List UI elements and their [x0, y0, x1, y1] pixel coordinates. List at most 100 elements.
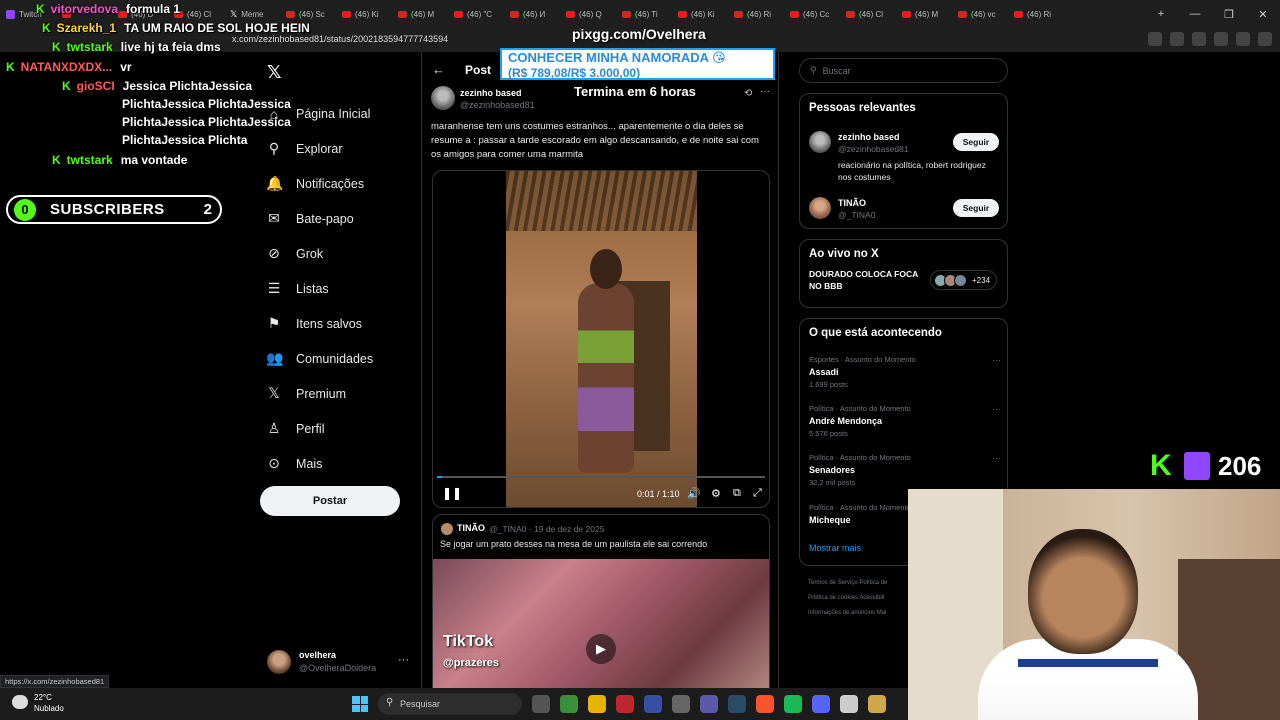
- nav-item-notifica-es[interactable]: 🔔 Notificações: [266, 166, 416, 201]
- more-icon[interactable]: ···: [398, 654, 409, 666]
- author-handle[interactable]: @zezinhobased81: [460, 100, 535, 110]
- browser-tab-label: (46) Ri: [747, 9, 772, 19]
- notepad-icon[interactable]: [840, 695, 858, 713]
- extension-icon[interactable]: [1170, 32, 1184, 46]
- volume-icon[interactable]: 🔊: [687, 487, 701, 500]
- browser-tab[interactable]: (46) "C: [448, 1, 504, 27]
- trend-item[interactable]: Esportes · Assunto do Momento Assadi 1.699…: [809, 355, 1001, 389]
- discord-icon[interactable]: [812, 695, 830, 713]
- extension-icon[interactable]: [1214, 32, 1228, 46]
- show-more-link[interactable]: Mostrar mais: [809, 543, 861, 553]
- settings-gear-icon[interactable]: ⚙: [711, 487, 721, 500]
- post-button[interactable]: Postar: [260, 486, 400, 516]
- avatar[interactable]: [809, 197, 831, 219]
- browser-tab[interactable]: (46) Ti: [616, 1, 672, 27]
- quoted-post[interactable]: TINÃO @_TINA0 · 19 de dez de 2025 Se jog…: [432, 514, 770, 692]
- search-input[interactable]: ⚲ Buscar: [799, 58, 1008, 83]
- more-icon[interactable]: ···: [760, 86, 770, 97]
- youtube-icon: [958, 10, 967, 18]
- browser-tab[interactable]: (46) M: [896, 1, 952, 27]
- live-title: Ao vivo no X: [809, 248, 879, 260]
- fullscreen-icon[interactable]: ⤢: [753, 487, 762, 500]
- browser-tab[interactable]: (46) M: [392, 1, 448, 27]
- browser-tab[interactable]: (46) Ri: [728, 1, 784, 27]
- person-item[interactable]: TINÃO @_TINA0 Seguir: [809, 197, 1001, 223]
- browser-tab[interactable]: (46) Ri: [1008, 1, 1064, 27]
- task-view-icon[interactable]: [532, 695, 550, 713]
- spotify-icon[interactable]: [784, 695, 802, 713]
- nav-item-explorar[interactable]: ⚲ Explorar: [266, 131, 416, 166]
- live-listeners[interactable]: +234: [930, 270, 997, 290]
- footer-links: Termos de Serviço Política de Política de…: [808, 576, 918, 621]
- nav-item-mais[interactable]: ⊙ Mais: [266, 446, 416, 481]
- maximize-icon[interactable]: ❐: [1212, 8, 1246, 21]
- person-item[interactable]: zezinho based @zezinhobased81 reacionári…: [809, 131, 1001, 187]
- extension-icon[interactable]: [1192, 32, 1206, 46]
- play-icon[interactable]: ▶: [586, 634, 616, 664]
- opera-icon[interactable]: [616, 695, 634, 713]
- youtube-icon: [510, 10, 519, 18]
- obs-icon[interactable]: [672, 695, 690, 713]
- extension-icon[interactable]: [1148, 32, 1162, 46]
- more-icon[interactable]: ···: [992, 404, 1001, 414]
- trend-item[interactable]: Política · Assunto do Momento Senadores 32…: [809, 453, 1001, 487]
- nav-item-premium[interactable]: 𝕏 Premium: [266, 376, 416, 411]
- steam-icon[interactable]: [728, 695, 746, 713]
- nav-item-perfil[interactable]: ♙ Perfil: [266, 411, 416, 446]
- follow-button[interactable]: Seguir: [953, 199, 999, 217]
- browser-tab[interactable]: (46) Q: [560, 1, 616, 27]
- more-icon[interactable]: ···: [992, 453, 1001, 463]
- author-name[interactable]: zezinho based: [460, 88, 522, 98]
- video-progress-bar[interactable]: [437, 476, 765, 478]
- browser-tab[interactable]: (46) Cc: [784, 1, 840, 27]
- url-field[interactable]: x.com/zezinhobased81/status/200218359477…: [232, 34, 448, 44]
- extension-icon[interactable]: [1236, 32, 1250, 46]
- nav-item-comunidades[interactable]: 👥 Comunidades: [266, 341, 416, 376]
- nav-item-itens-salvos[interactable]: ⚑ Itens salvos: [266, 306, 416, 341]
- app-icon[interactable]: [700, 695, 718, 713]
- x-logo-icon[interactable]: 𝕏: [267, 62, 282, 83]
- pip-icon[interactable]: ⧉: [733, 487, 741, 500]
- avatar[interactable]: [809, 131, 831, 153]
- nav-item-label: Perfil: [296, 421, 325, 436]
- back-arrow-icon[interactable]: ←: [432, 62, 445, 77]
- chrome-icon[interactable]: [560, 695, 578, 713]
- app-icon[interactable]: [868, 695, 886, 713]
- browser-tab[interactable]: (46) И: [504, 1, 560, 27]
- nav-item-grok[interactable]: ⊘ Grok: [266, 236, 416, 271]
- footer-link-row[interactable]: Informações de anúncios Mai: [808, 606, 918, 621]
- brave-icon[interactable]: [756, 695, 774, 713]
- quote-video-thumbnail[interactable]: TikTok @prazeres ▶: [433, 559, 769, 691]
- browser-tab[interactable]: (46) Ki: [672, 1, 728, 27]
- avatar[interactable]: [431, 86, 455, 110]
- extension-icon[interactable]: [1258, 32, 1272, 46]
- video-player[interactable]: ❚❚ 0:01 / 1:10 🔊 ⚙ ⧉ ⤢: [432, 170, 770, 508]
- browser-tab[interactable]: (46) vc: [952, 1, 1008, 27]
- more-icon[interactable]: ···: [992, 355, 1001, 365]
- account-switcher[interactable]: ovelhera @OvelheraDoidera ···: [267, 648, 413, 676]
- windows-start-icon[interactable]: [352, 696, 368, 712]
- minimize-icon[interactable]: —: [1178, 8, 1212, 20]
- pause-icon[interactable]: ❚❚: [442, 486, 462, 500]
- folder-icon[interactable]: [588, 695, 606, 713]
- nav-item-p-gina-inicial[interactable]: ⌂ Página Inicial: [266, 96, 416, 131]
- browser-tab[interactable]: (46) Cl: [840, 1, 896, 27]
- grok-icon[interactable]: ⟲: [744, 88, 752, 99]
- footer-link-row[interactable]: Política de cookies Acessibili: [808, 591, 918, 606]
- twitch-icon: [1184, 452, 1210, 480]
- youtube-icon: [566, 10, 575, 18]
- nav-item-bate-papo[interactable]: ✉ Bate-papo: [266, 201, 416, 236]
- footer-link-row[interactable]: Termos de Serviço Política de: [808, 576, 918, 591]
- trend-item[interactable]: Política · Assunto do Momento André Mendo…: [809, 404, 1001, 438]
- live-item[interactable]: DOURADO COLOCA FOCA NO BBB: [809, 268, 929, 292]
- browser-tab[interactable]: (46) Ki: [336, 1, 392, 27]
- app-icon[interactable]: [644, 695, 662, 713]
- person-name[interactable]: zezinho based: [838, 132, 900, 142]
- post-column: ← Post zezinho based @zezinhobased81 ⟲ ·…: [421, 52, 779, 692]
- person-name[interactable]: TINÃO: [838, 198, 866, 208]
- close-icon[interactable]: ✕: [1246, 8, 1280, 21]
- taskbar-search[interactable]: ⚲ Pesquisar: [378, 693, 522, 715]
- follow-button[interactable]: Seguir: [953, 133, 999, 151]
- new-tab-icon[interactable]: +: [1144, 8, 1178, 20]
- nav-item-listas[interactable]: ☰ Listas: [266, 271, 416, 306]
